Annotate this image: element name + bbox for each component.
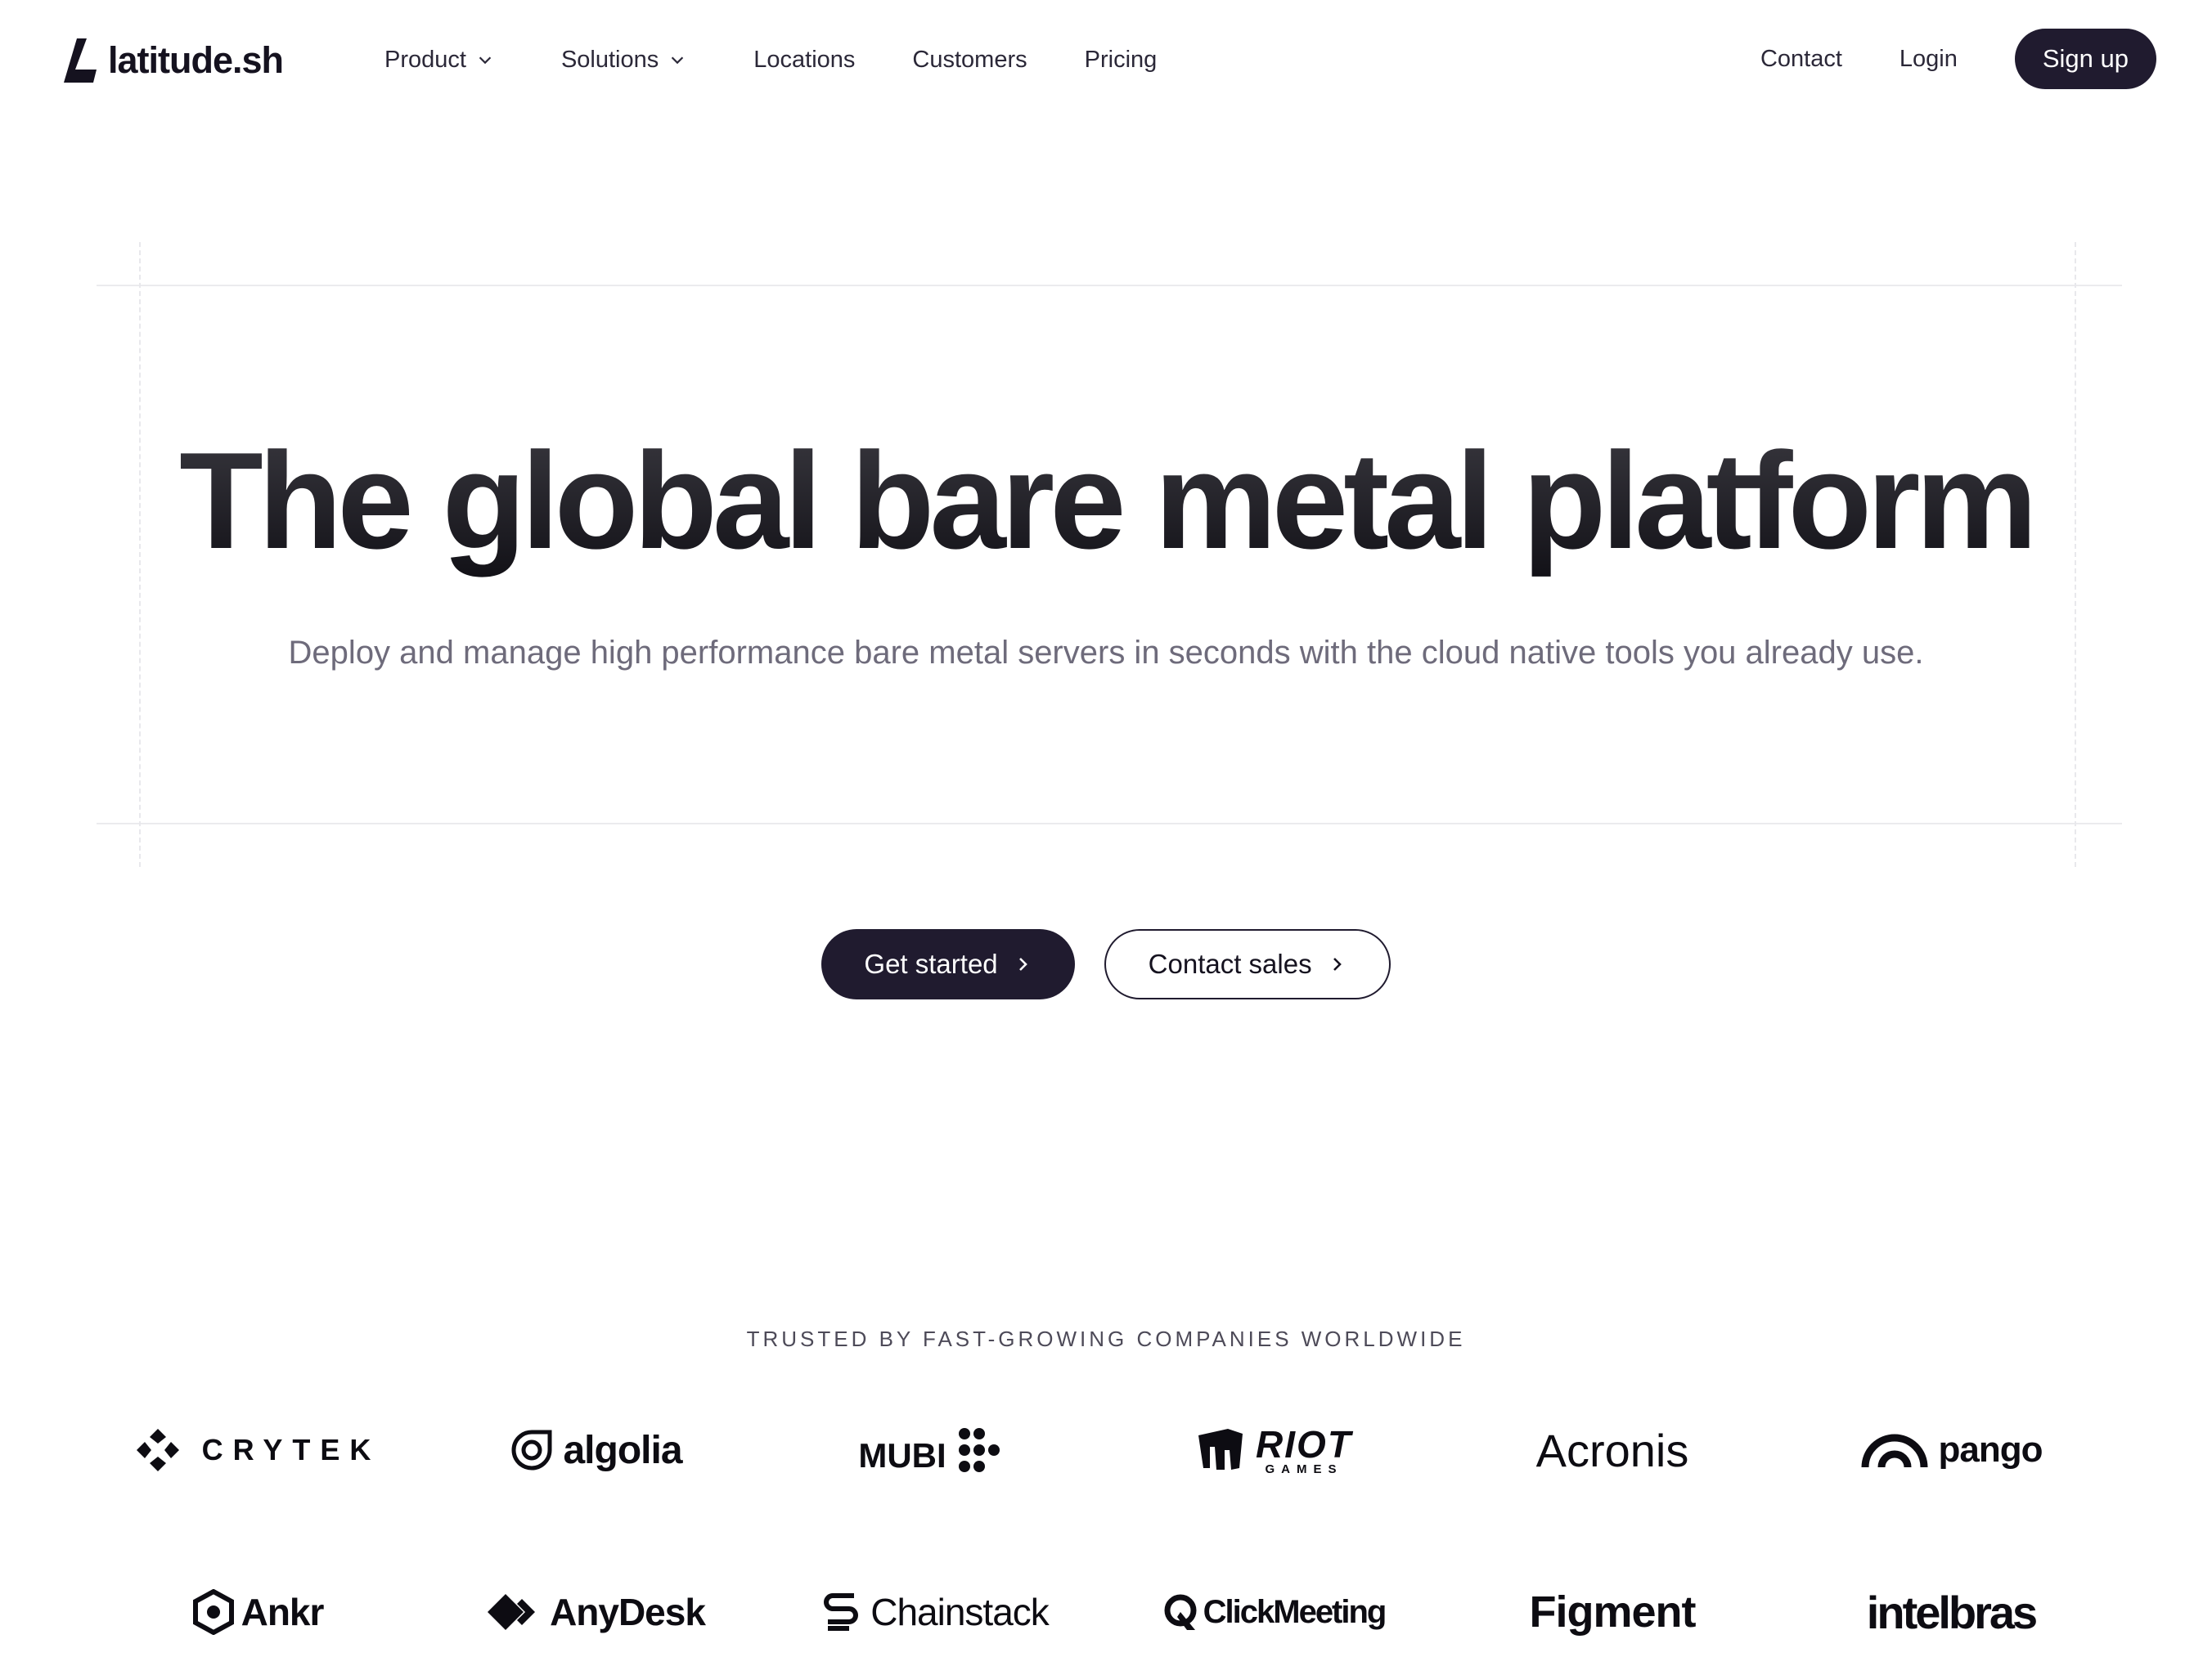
contact-sales-label: Contact sales bbox=[1148, 949, 1312, 979]
nav-contact[interactable]: Contact bbox=[1760, 46, 1842, 73]
logo-riot-games: RIOT GAMES bbox=[1104, 1413, 1443, 1487]
logo-pango: pango bbox=[1782, 1413, 2120, 1487]
nav-product-label: Product bbox=[384, 46, 466, 73]
chevron-right-icon bbox=[1018, 958, 1027, 971]
riot-games-subtext: GAMES bbox=[1265, 1462, 1343, 1476]
brand-logo[interactable]: latitude.sh bbox=[64, 36, 284, 85]
signup-button[interactable]: Sign up bbox=[2014, 29, 2156, 89]
logo-chainstack: Chainstack bbox=[766, 1575, 1104, 1649]
anydesk-diamond-icon bbox=[488, 1594, 536, 1630]
hero-title: The global bare metal platform bbox=[0, 419, 2212, 582]
hero-subtitle: Deploy and manage high performance bare … bbox=[288, 635, 1924, 671]
logo-acronis: Acronis bbox=[1443, 1413, 1782, 1487]
chainstack-s-icon bbox=[824, 1593, 859, 1631]
nav-customers-label: Customers bbox=[912, 46, 1027, 73]
figment-wordmark: Figment bbox=[1529, 1587, 1697, 1637]
algolia-wordmark: algolia bbox=[563, 1428, 682, 1472]
nav-solutions-label: Solutions bbox=[560, 46, 659, 73]
clickmeeting-wordmark: ClickMeeting bbox=[1203, 1593, 1387, 1630]
nav-locations-label: Locations bbox=[753, 46, 856, 73]
latitude-mark-icon bbox=[64, 38, 97, 83]
nav-actions: Contact Login Sign up bbox=[1703, 28, 2156, 90]
mubi-wordmark: MUBI bbox=[858, 1436, 946, 1475]
logo-ankr: Ankr bbox=[88, 1575, 427, 1649]
clickmeeting-q-icon bbox=[1164, 1594, 1197, 1630]
trusted-by-label: TRUSTED BY FAST-GROWING COMPANIES WORLDW… bbox=[746, 1327, 1466, 1351]
hero-frame-bottom-line bbox=[97, 823, 2122, 824]
pango-arcs-icon bbox=[1861, 1434, 1927, 1468]
contact-sales-button[interactable]: Contact sales bbox=[1104, 929, 1391, 999]
nav-solutions[interactable]: Solutions bbox=[561, 47, 686, 74]
logo-clickmeeting: ClickMeeting bbox=[1104, 1575, 1443, 1649]
acronis-wordmark: Acronis bbox=[1535, 1424, 1689, 1476]
chevron-right-icon bbox=[1333, 958, 1342, 971]
ankr-wordmark: Ankr bbox=[241, 1591, 325, 1633]
intelbras-wordmark: intelbras bbox=[1866, 1586, 2038, 1638]
crytek-logo-icon bbox=[136, 1429, 179, 1471]
top-navbar: latitude.sh Product Solutions Locations … bbox=[0, 0, 2212, 121]
chevron-down-icon bbox=[479, 56, 492, 65]
get-started-label: Get started bbox=[864, 949, 998, 979]
nav-product[interactable]: Product bbox=[384, 47, 494, 74]
ankr-hex-icon bbox=[192, 1589, 234, 1635]
logo-intelbras: intelbras bbox=[1782, 1575, 2120, 1649]
mubi-dots-icon bbox=[958, 1428, 1000, 1472]
primary-nav: Product Solutions Locations Customers Pr… bbox=[384, 39, 1214, 80]
logo-algolia: algolia bbox=[427, 1413, 766, 1487]
chevron-down-icon bbox=[672, 56, 684, 65]
chainstack-wordmark: Chainstack bbox=[870, 1591, 1050, 1633]
logo-anydesk: AnyDesk bbox=[427, 1575, 766, 1649]
riot-fist-icon bbox=[1198, 1429, 1243, 1470]
logo-crytek: CRYTEK bbox=[88, 1413, 427, 1487]
nav-customers[interactable]: Customers bbox=[912, 47, 1027, 74]
pango-wordmark: pango bbox=[1938, 1430, 2043, 1470]
logo-mubi: MUBI bbox=[766, 1413, 1104, 1487]
nav-login[interactable]: Login bbox=[1900, 46, 1958, 73]
customer-logos-row-2: Ankr AnyDesk Chainstack ClickMeeting Fig… bbox=[88, 1575, 2120, 1649]
nav-pricing-label: Pricing bbox=[1084, 46, 1158, 73]
algolia-logo-icon bbox=[511, 1430, 552, 1471]
nav-locations[interactable]: Locations bbox=[753, 47, 855, 74]
nav-pricing[interactable]: Pricing bbox=[1085, 47, 1158, 74]
anydesk-wordmark: AnyDesk bbox=[550, 1591, 706, 1633]
logo-figment: Figment bbox=[1443, 1575, 1782, 1649]
brand-name: latitude.sh bbox=[108, 39, 284, 81]
hero-frame-top-line bbox=[97, 285, 2122, 286]
get-started-button[interactable]: Get started bbox=[821, 929, 1075, 999]
riot-wordmark: RIOT bbox=[1256, 1422, 1352, 1466]
crytek-wordmark: CRYTEK bbox=[201, 1433, 381, 1466]
hero-cta-group: Get started Contact sales bbox=[0, 929, 2212, 999]
customer-logos-row-1: CRYTEK algolia MUBI RIOT GAMES Acronis p… bbox=[88, 1413, 2120, 1487]
